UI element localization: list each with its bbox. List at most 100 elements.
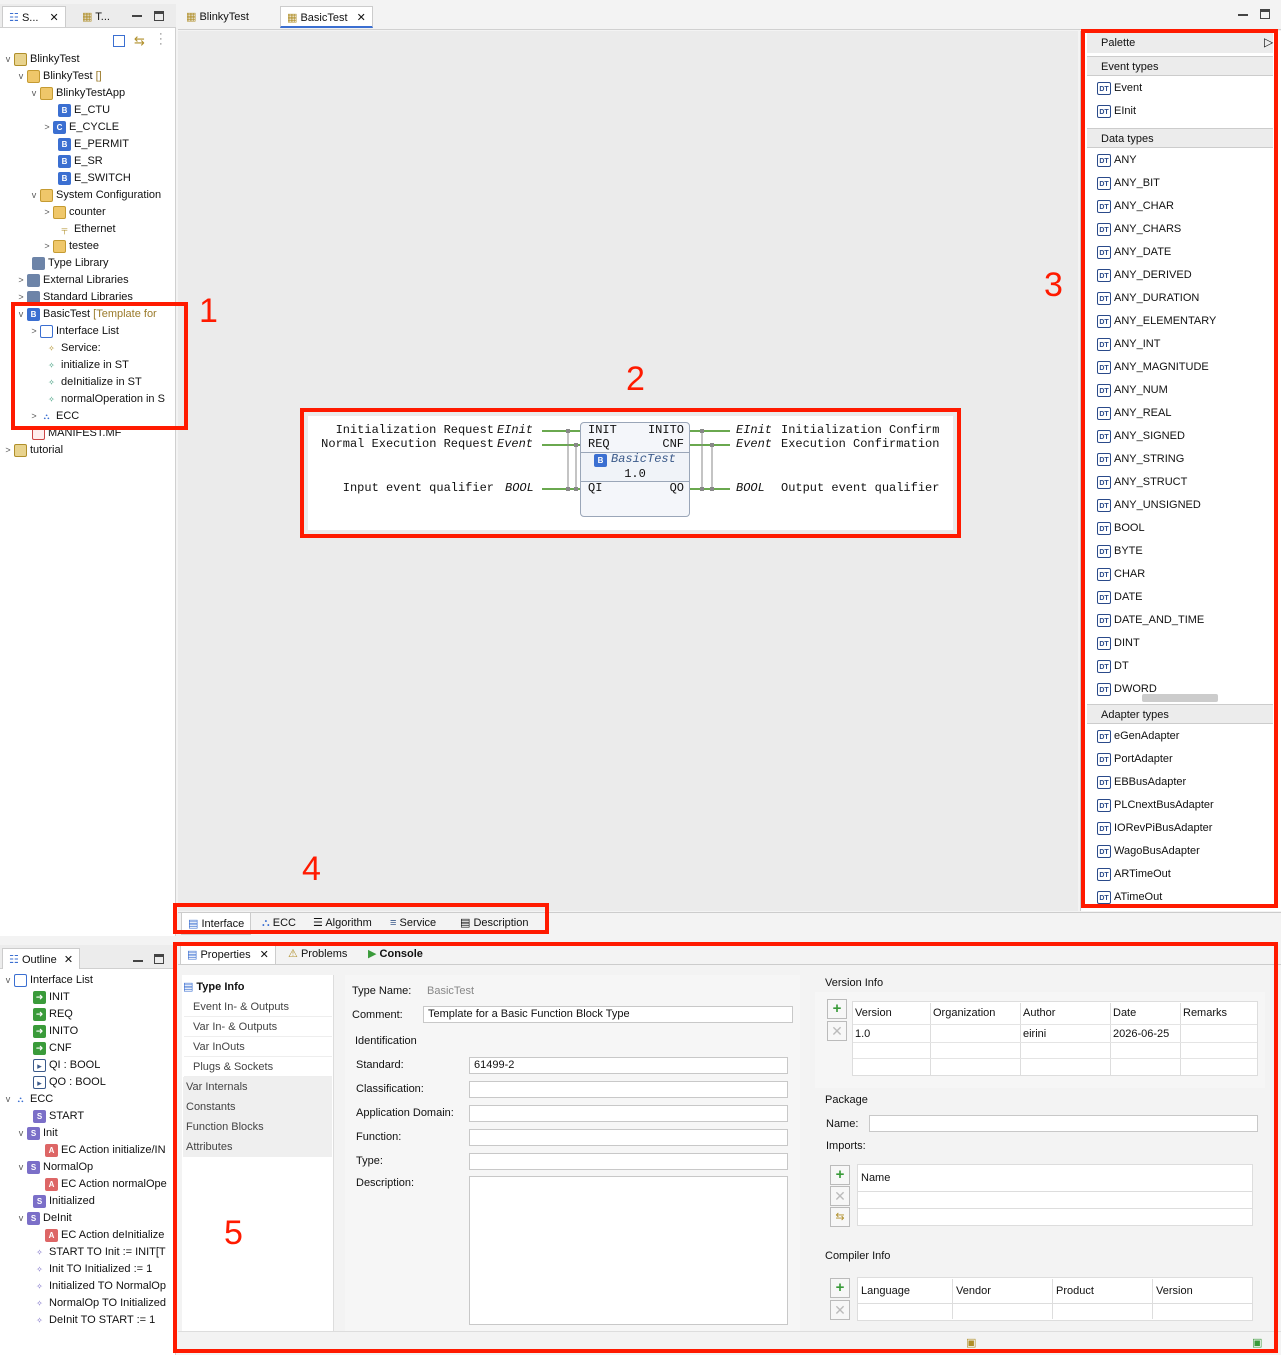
palette-adapter-item[interactable]: DT WagoBusAdapter	[1097, 840, 1200, 863]
version-cell[interactable]: eirini	[1023, 1028, 1046, 1040]
add-version-button[interactable]: +	[827, 999, 847, 1019]
outline-item-event-out[interactable]: ➜ CNF	[33, 1040, 176, 1057]
palette-adapter-item[interactable]: DT IORevPiBusAdapter	[1097, 817, 1212, 840]
palette-title-bar[interactable]: Palette	[1087, 33, 1273, 53]
outline-item-state[interactable]: v S NormalOp	[15, 1159, 176, 1176]
tree-item-basictest[interactable]: v B BasicTest [Template for	[15, 306, 175, 323]
close-icon[interactable]: ✕	[64, 954, 73, 966]
outline-item-data-in[interactable]: ▸ QI : BOOL	[33, 1057, 176, 1074]
outline-item-ecc[interactable]: v ⛬ ECC	[2, 1091, 176, 1108]
tree-item-e-ctu[interactable]: B E_CTU	[46, 102, 110, 119]
collapse-all-icon[interactable]	[113, 35, 125, 47]
palette-adapter-item[interactable]: DT eGenAdapter	[1097, 725, 1179, 748]
classification-field[interactable]	[469, 1081, 788, 1098]
fb-port-req[interactable]: REQ	[588, 437, 610, 451]
palette-data-item[interactable]: DT DT	[1097, 655, 1129, 678]
palette-drawer-adapter-types[interactable]: Adapter types	[1087, 704, 1273, 724]
palette-data-item[interactable]: DT ANY_REAL	[1097, 402, 1171, 425]
tree-item-testee[interactable]: > testee	[41, 238, 99, 255]
expand-icon[interactable]: v	[2, 972, 14, 989]
properties-nav-item[interactable]: Event In- & Outputs	[184, 997, 332, 1017]
add-compiler-button[interactable]: +	[830, 1278, 850, 1298]
outline-item-transition[interactable]: ✧ Init TO Initialized := 1	[33, 1261, 176, 1278]
palette-data-item[interactable]: DT ANY_CHARS	[1097, 218, 1181, 241]
properties-nav-item[interactable]: Attributes	[183, 1137, 332, 1157]
tab-console[interactable]: ▶ Console	[362, 944, 429, 964]
close-icon[interactable]: ✕	[50, 12, 59, 24]
tree-item-standard-libraries[interactable]: > Standard Libraries	[15, 289, 133, 306]
palette-data-item[interactable]: DT BYTE	[1097, 540, 1143, 563]
palette-data-item[interactable]: DT ANY	[1097, 149, 1137, 172]
palette-data-item[interactable]: DT DINT	[1097, 632, 1140, 655]
palette-adapter-item[interactable]: DT ARTimeOut	[1097, 863, 1171, 886]
outline-maximize-icon[interactable]	[154, 954, 164, 964]
tree-item-type-library[interactable]: Type Library	[20, 255, 109, 272]
fb-port-inito[interactable]: INITO	[640, 423, 684, 437]
package-name-field[interactable]	[869, 1115, 1258, 1132]
tab-properties[interactable]: ▤ Properties ✕	[180, 944, 276, 964]
fb-port-cnf[interactable]: CNF	[640, 437, 684, 451]
outline-item-state[interactable]: v S Init	[15, 1125, 176, 1142]
tab-system-explorer[interactable]: ☷ S... ✕	[2, 6, 66, 27]
tree-item-deinitialize[interactable]: ✧ deInitialize in ST	[33, 374, 142, 391]
tab-blinkytest[interactable]: ▦ BlinkyTest	[180, 6, 255, 28]
view-menu-icon[interactable]: · · ·	[159, 29, 163, 50]
fb-port-qi[interactable]: QI	[588, 481, 602, 495]
tree-item-system-configuration[interactable]: v System Configuration	[28, 187, 174, 204]
palette-adapter-item[interactable]: DT EBBusAdapter	[1097, 771, 1186, 794]
editor-minimize-icon[interactable]	[1238, 14, 1248, 16]
type-field[interactable]	[469, 1153, 788, 1170]
tree-item-e-switch[interactable]: B E_SWITCH	[46, 170, 131, 187]
palette-data-item[interactable]: DT ANY_ELEMENTARY	[1097, 310, 1216, 333]
palette-data-item[interactable]: DT ANY_SIGNED	[1097, 425, 1185, 448]
standard-field[interactable]: 61499-2	[469, 1057, 788, 1074]
palette-drawer-data-types[interactable]: Data types	[1087, 128, 1273, 148]
outline-item-state[interactable]: S START	[33, 1108, 176, 1125]
outline-item-transition[interactable]: ✧ START TO Init := INIT[T	[33, 1244, 176, 1261]
tree-item-e-permit[interactable]: B E_PERMIT	[46, 136, 129, 153]
function-field[interactable]	[469, 1129, 788, 1146]
properties-nav-item[interactable]: ▤ Type Info	[183, 977, 332, 997]
tree-item-external-libraries[interactable]: > External Libraries	[15, 272, 129, 289]
outline-item-action[interactable]: A EC Action deInitialize	[45, 1227, 176, 1244]
close-icon[interactable]: ✕	[260, 949, 269, 961]
tree-item-normaloperation[interactable]: ✧ normalOperation in S	[33, 391, 175, 408]
fb-port-init[interactable]: INIT	[588, 423, 617, 437]
properties-nav-item[interactable]: Constants	[183, 1097, 332, 1117]
tree-item-service[interactable]: ✧ Service:	[33, 340, 101, 357]
palette-data-item[interactable]: DT ANY_STRUCT	[1097, 471, 1187, 494]
palette-adapter-item[interactable]: DT PortAdapter	[1097, 748, 1173, 771]
properties-nav-item[interactable]: Var In- & Outputs	[184, 1017, 332, 1037]
outline-item-event-in[interactable]: ➜ INIT	[33, 989, 176, 1006]
palette-adapter-item[interactable]: DT ATimeOut	[1097, 886, 1162, 909]
tree-item-e-sr[interactable]: B E_SR	[46, 153, 103, 170]
tree-item-blinkytestapp[interactable]: v BlinkyTestApp	[28, 85, 125, 102]
delete-compiler-button[interactable]: ✕	[830, 1300, 850, 1320]
comment-field[interactable]: Template for a Basic Function Block Type	[423, 1006, 793, 1023]
palette-event-item[interactable]: DT Event	[1097, 77, 1142, 100]
maximize-icon[interactable]	[154, 11, 164, 21]
expand-icon[interactable]: v	[2, 1091, 14, 1108]
tree-item-interface-list[interactable]: > Interface List	[28, 323, 119, 340]
tab-problems[interactable]: ⚠ Problems	[282, 944, 353, 964]
tree-item-manifest[interactable]: MANIFEST.MF	[20, 425, 121, 442]
delete-version-button[interactable]: ✕	[827, 1021, 847, 1041]
expand-icon[interactable]: v	[15, 1210, 27, 1227]
outline-item-transition[interactable]: ✧ Initialized TO NormalOp	[33, 1278, 176, 1295]
tab-service[interactable]: ≡ Service	[384, 912, 442, 934]
properties-nav-item[interactable]: Var Internals	[183, 1077, 332, 1097]
version-cell[interactable]: 1.0	[855, 1028, 870, 1040]
tab-description[interactable]: ▤ Description	[454, 912, 535, 934]
tab-outline[interactable]: ☷ Outline ✕	[2, 948, 81, 969]
tab-ecc[interactable]: ⛬ ECC	[256, 912, 302, 934]
palette-data-item[interactable]: DT BOOL	[1097, 517, 1145, 540]
tree-item-e-cycle[interactable]: > C E_CYCLE	[41, 119, 119, 136]
outline-item-transition[interactable]: ✧ NormalOp TO Initialized	[33, 1295, 176, 1312]
close-icon[interactable]: ✕	[357, 12, 366, 24]
outline-item-state[interactable]: v S DeInit	[15, 1210, 176, 1227]
outline-item-action[interactable]: A EC Action initialize/IN	[45, 1142, 176, 1159]
palette-data-item[interactable]: DT ANY_MAGNITUDE	[1097, 356, 1209, 379]
palette-data-item[interactable]: DT ANY_DURATION	[1097, 287, 1199, 310]
tab-interface[interactable]: ▤ Interface	[181, 912, 252, 935]
tab-basictest[interactable]: ▦ BasicTest ✕	[280, 6, 373, 28]
